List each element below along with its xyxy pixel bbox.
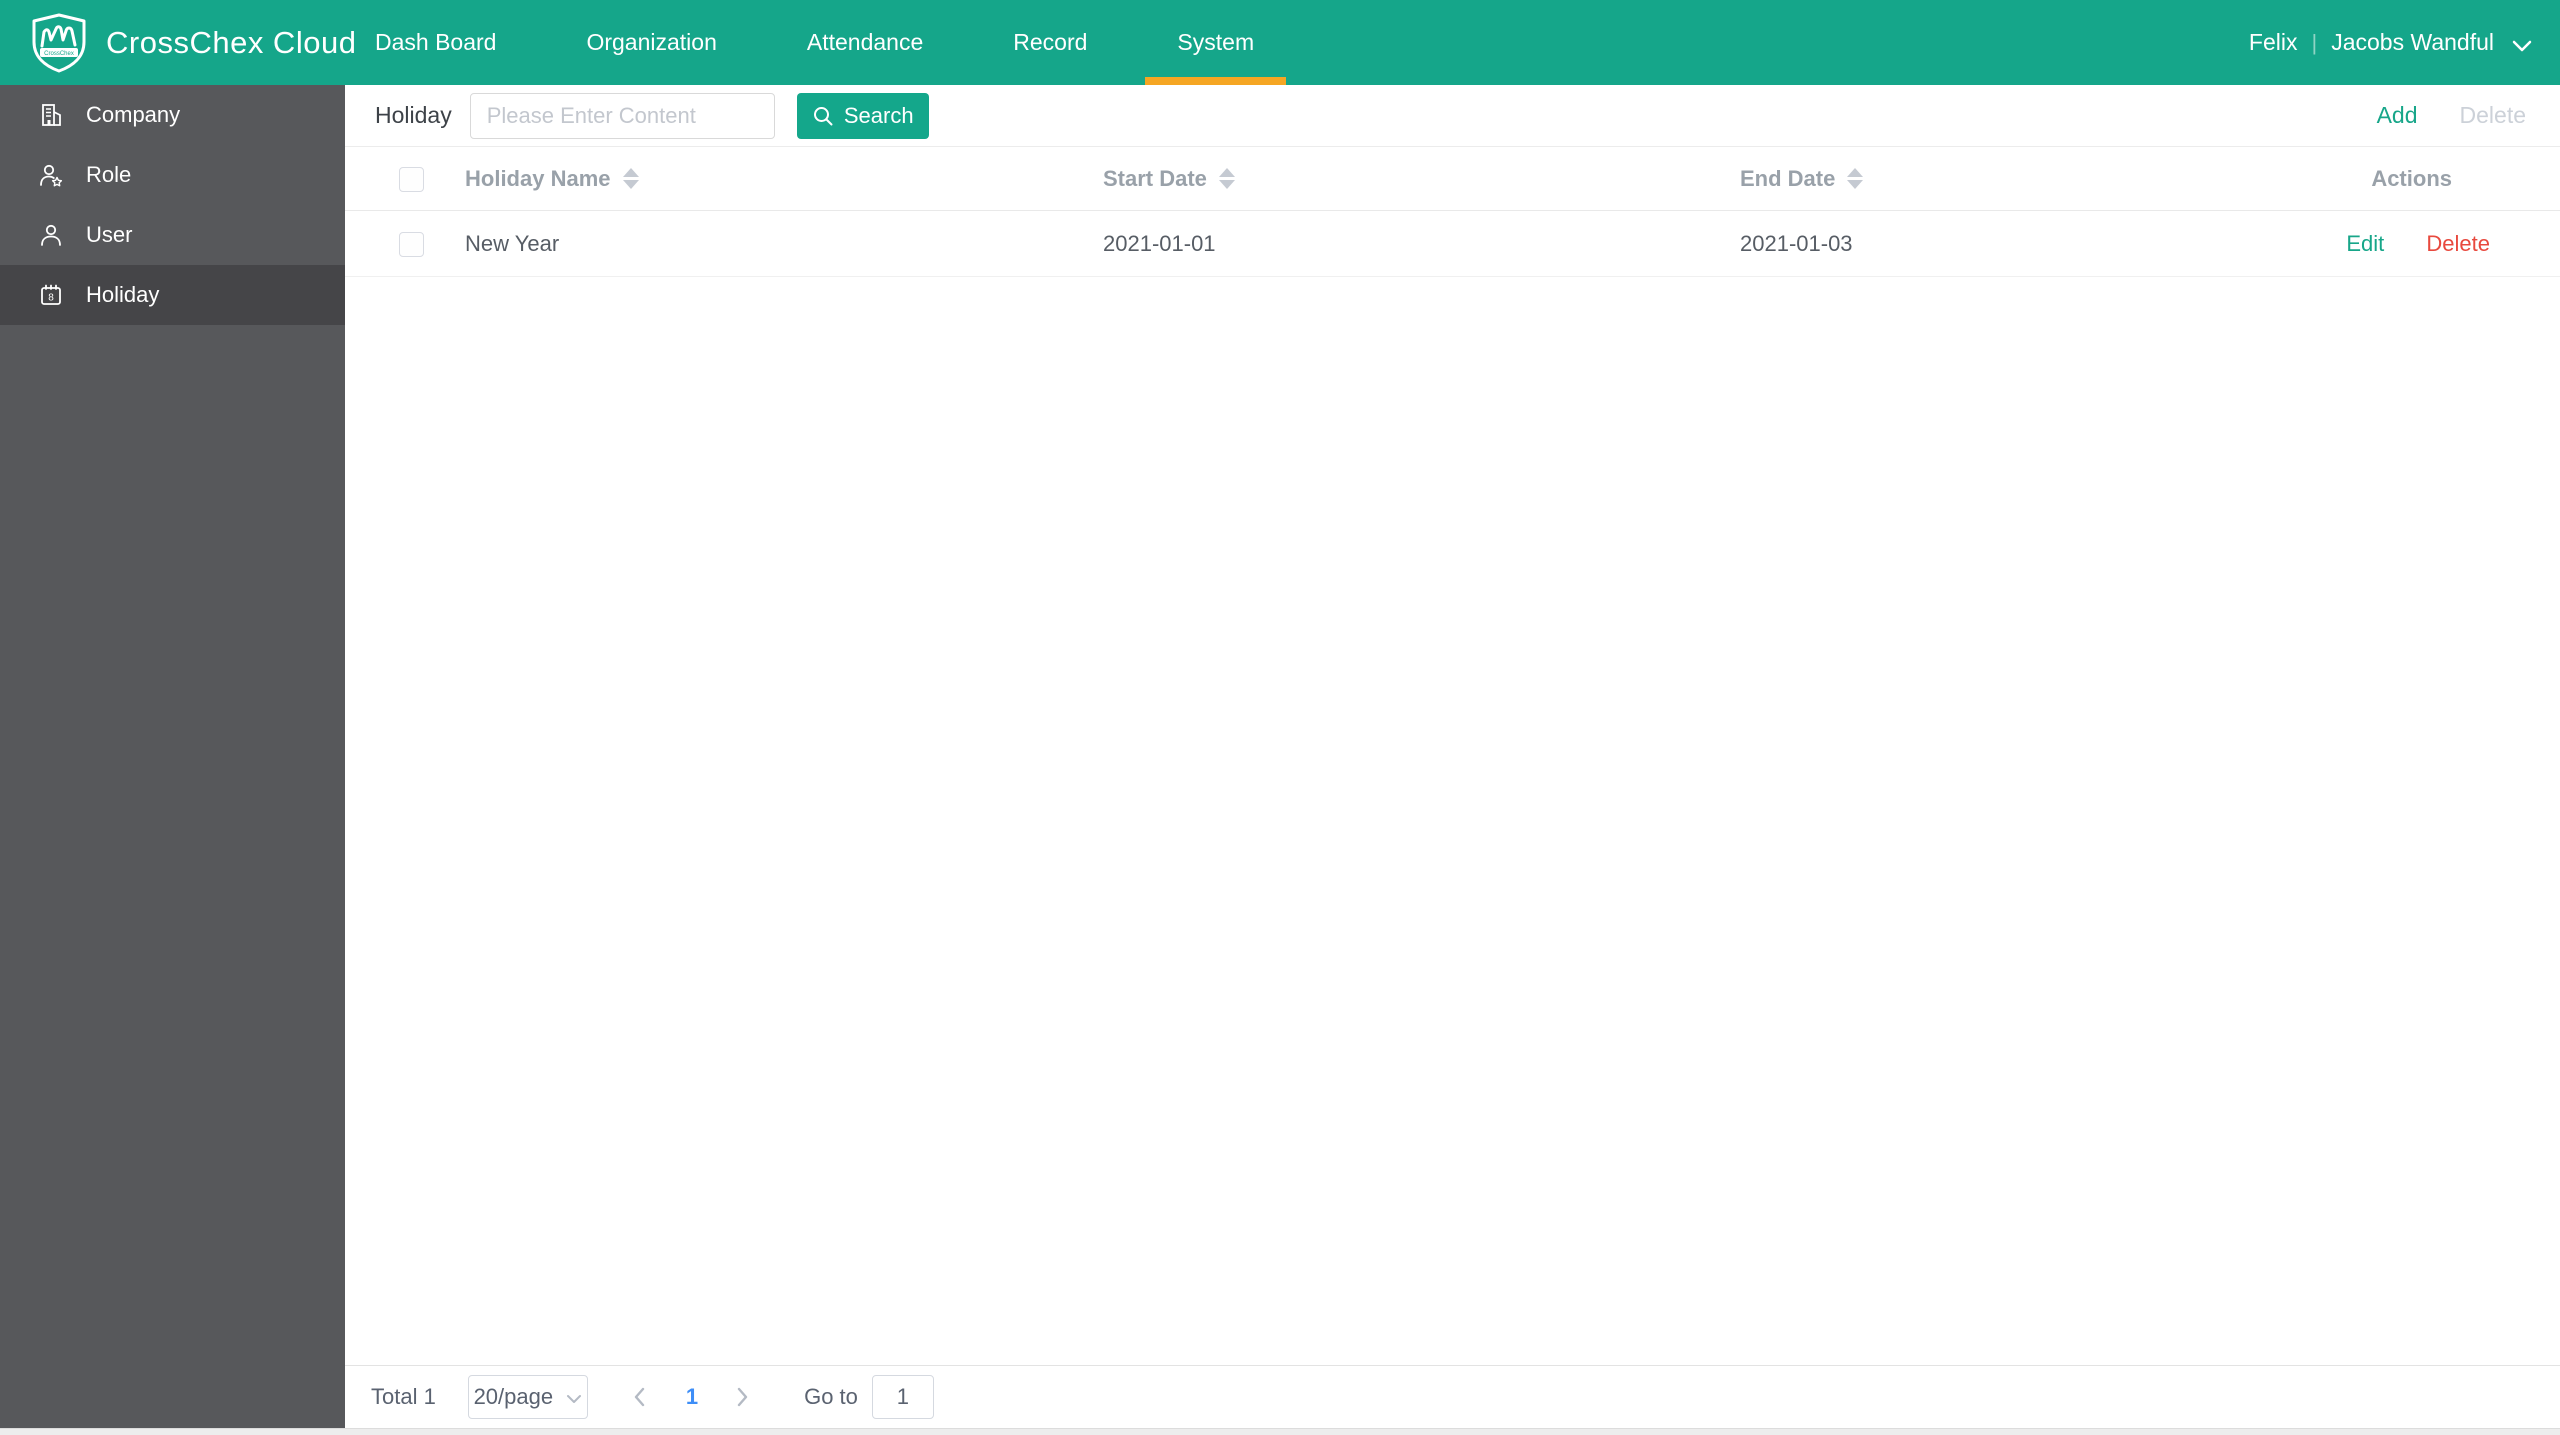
delete-button[interactable]: Delete xyxy=(2460,102,2526,129)
search-input[interactable] xyxy=(469,92,775,139)
nav-organization[interactable]: Organization xyxy=(586,0,716,85)
goto-page-input[interactable] xyxy=(871,1375,934,1419)
column-header-actions: Actions xyxy=(2371,166,2452,192)
horizontal-scrollbar[interactable] xyxy=(0,1428,2560,1435)
column-header-end-date[interactable]: End Date xyxy=(1740,165,1864,192)
sidebar-item-user[interactable]: User xyxy=(0,205,345,265)
page-number-1[interactable]: 1 xyxy=(686,1384,698,1410)
edit-link[interactable]: Edit xyxy=(2346,231,2384,256)
sidebar-item-label: Role xyxy=(86,162,132,187)
table-header: Holiday Name Start Date End Date Actions xyxy=(345,147,2560,211)
toolbar: Holiday Search Add Delete xyxy=(345,85,2560,147)
next-page-button[interactable] xyxy=(736,1386,750,1408)
chevron-down-icon xyxy=(2512,40,2532,52)
brand-name: CrossChex Cloud xyxy=(106,24,357,60)
shield-logo-icon: CrossChex xyxy=(30,12,88,74)
brand: CrossChex CrossChex Cloud xyxy=(30,12,356,74)
cell-start-date: 2021-01-01 xyxy=(1103,230,1216,256)
nav-dash-board[interactable]: Dash Board xyxy=(375,0,496,85)
sidebar: Company Role User 8 Holiday xyxy=(0,85,345,1428)
column-header-start-date[interactable]: Start Date xyxy=(1103,166,1235,192)
row-checkbox[interactable] xyxy=(399,231,424,257)
search-button-label: Search xyxy=(843,102,914,128)
sidebar-item-label: Company xyxy=(86,102,181,127)
table-row: New Year 2021-01-01 2021-01-03 Edit Dele… xyxy=(345,211,2560,277)
sort-icon[interactable] xyxy=(622,168,639,189)
calendar-icon: 8 xyxy=(38,282,64,308)
sidebar-item-role[interactable]: Role xyxy=(0,145,345,205)
user-separator: | xyxy=(2311,29,2318,55)
page-size-value: 20/page xyxy=(473,1384,554,1409)
svg-text:CrossChex: CrossChex xyxy=(44,51,74,57)
sidebar-item-label: User xyxy=(86,222,133,247)
column-label: Holiday Name xyxy=(465,165,611,191)
cell-end-date: 2021-01-03 xyxy=(1740,230,1853,256)
prev-page-button[interactable] xyxy=(632,1386,646,1408)
company-name: Felix xyxy=(2248,29,2298,55)
person-star-icon xyxy=(38,162,64,188)
nav-record[interactable]: Record xyxy=(1013,0,1087,85)
user-menu[interactable]: Felix | Jacobs Wandful xyxy=(2249,29,2532,56)
main-nav: Dash Board Organization Attendance Recor… xyxy=(375,0,1286,85)
delete-link[interactable]: Delete xyxy=(2426,231,2490,256)
search-button[interactable]: Search xyxy=(796,92,929,139)
chevron-down-icon xyxy=(566,1394,582,1404)
select-all-checkbox[interactable] xyxy=(399,166,424,192)
user-name: Jacobs Wandful xyxy=(2331,29,2494,55)
svg-text:8: 8 xyxy=(48,293,54,304)
sidebar-item-label: Holiday xyxy=(86,282,160,307)
sort-icon[interactable] xyxy=(1218,168,1235,189)
total-count: Total 1 xyxy=(371,1384,436,1409)
page-title: Holiday xyxy=(375,102,452,128)
goto-label: Go to xyxy=(804,1384,858,1409)
app-header: CrossChex CrossChex Cloud Dash Board Org… xyxy=(0,0,2560,85)
add-button[interactable]: Add xyxy=(2377,102,2418,129)
nav-attendance[interactable]: Attendance xyxy=(807,0,923,85)
cell-holiday-name: New Year xyxy=(465,230,560,256)
pagination-bar: Total 1 20/page 1 Go to xyxy=(345,1365,2560,1428)
sidebar-item-company[interactable]: Company xyxy=(0,85,345,145)
column-label: End Date xyxy=(1740,165,1836,191)
sort-icon[interactable] xyxy=(1847,168,1864,189)
magnifier-icon xyxy=(812,105,834,127)
column-label: Start Date xyxy=(1103,165,1207,191)
nav-system[interactable]: System xyxy=(1145,0,1286,85)
person-icon xyxy=(38,222,64,248)
column-header-holiday-name[interactable]: Holiday Name xyxy=(465,166,639,192)
sidebar-item-holiday[interactable]: 8 Holiday xyxy=(0,265,345,325)
page-size-select[interactable]: 20/page xyxy=(467,1375,588,1419)
column-label: Actions xyxy=(2371,165,2452,191)
main-content: Holiday Search Add Delete Holiday Name xyxy=(345,85,2560,1435)
building-icon xyxy=(38,102,64,128)
